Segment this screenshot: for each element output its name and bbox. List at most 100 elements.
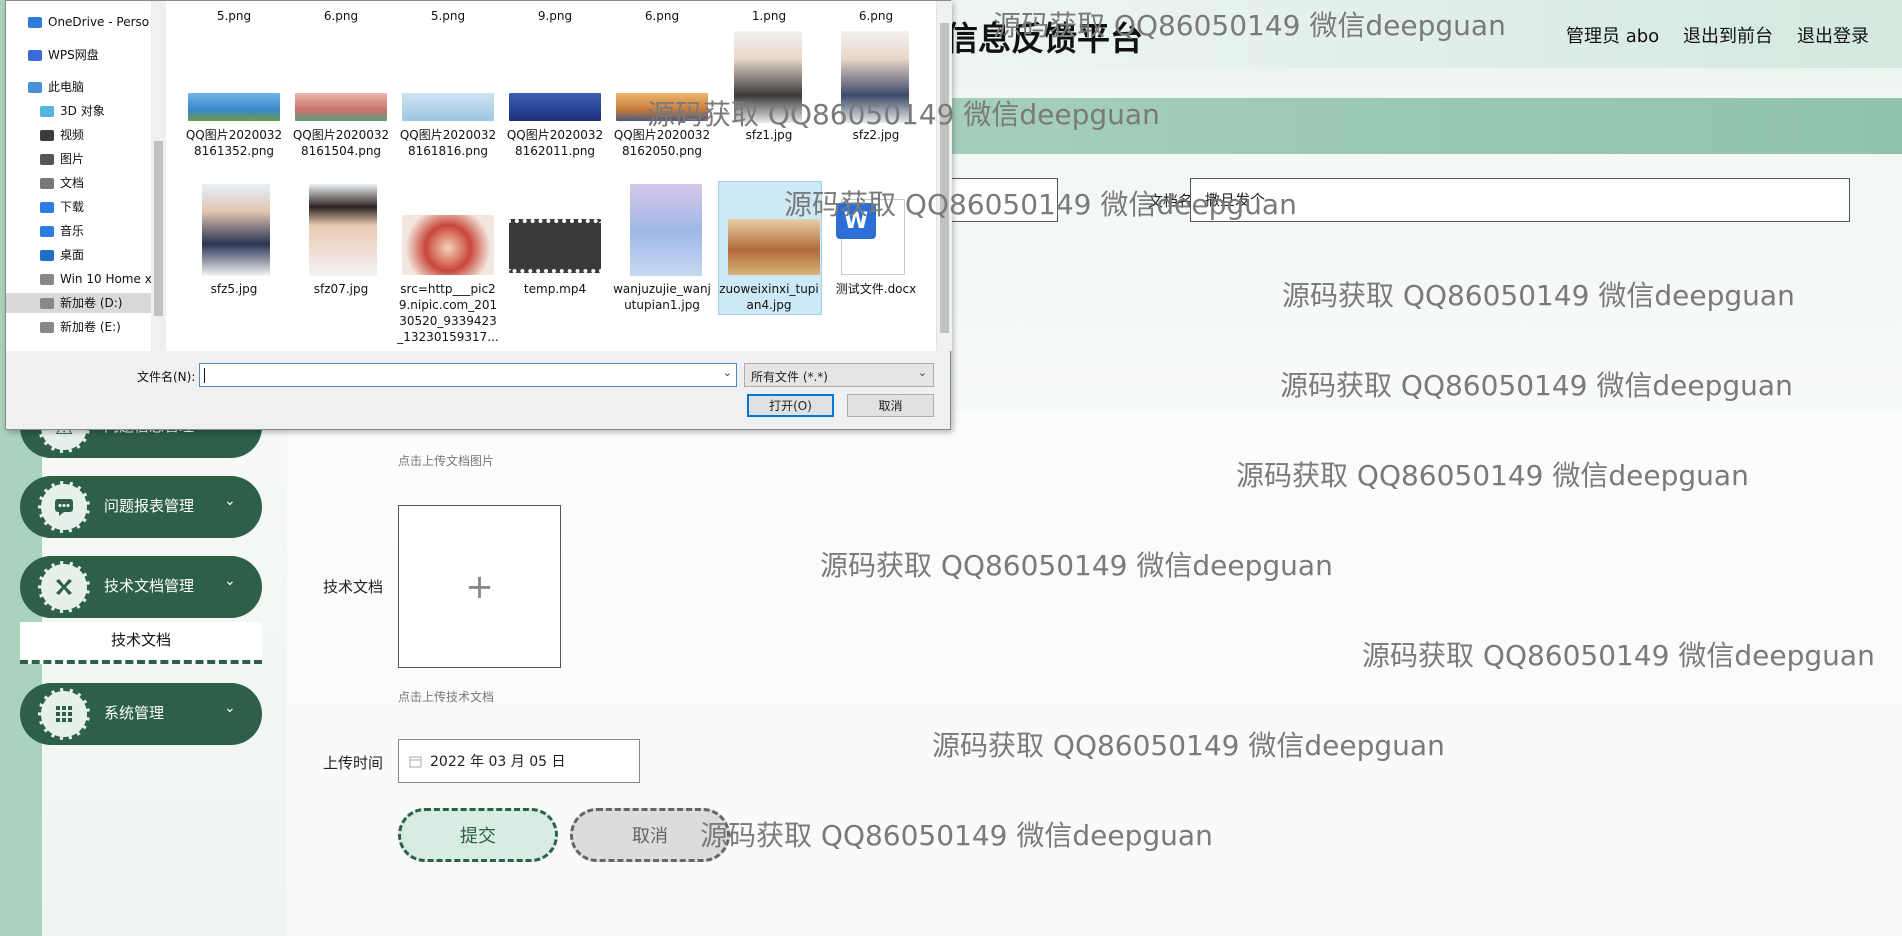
upload-time-label: 上传时间	[323, 754, 384, 772]
admin-user-link[interactable]: 管理员 abo	[1566, 22, 1659, 48]
chevron-down-icon: ⌄	[224, 493, 236, 509]
sidebar-item-label: 技术文档管理	[104, 577, 195, 595]
sidebar-item-system[interactable]: 系统管理 ⌄	[20, 683, 262, 745]
nav-item-video[interactable]: 视频	[40, 125, 84, 145]
upload-time-input[interactable]: 2022 年 03 月 05 日	[398, 739, 640, 783]
calendar-icon	[409, 756, 422, 767]
dialog-cancel-button[interactable]: 取消	[847, 394, 934, 417]
file-name[interactable]: 5.png	[183, 8, 285, 24]
file-name[interactable]: QQ图片20200328161504.png	[290, 127, 392, 159]
sidebar-item-issue-report[interactable]: 问题报表管理 ⌄	[20, 476, 262, 538]
file-name[interactable]: QQ图片20200328162011.png	[504, 127, 606, 159]
tools-icon	[38, 561, 90, 613]
image-thumbnail[interactable]	[734, 31, 802, 123]
submenu-item-tech-docs[interactable]: 技术文档	[20, 622, 262, 664]
file-name[interactable]: 测试文件.docx	[825, 281, 927, 297]
file-name[interactable]: temp.mp4	[504, 281, 606, 297]
image-thumbnail[interactable]	[509, 93, 601, 121]
nav-item-onedrive[interactable]: OneDrive - Perso	[28, 12, 149, 32]
nav-scrollbar[interactable]	[151, 1, 166, 351]
video-thumbnail[interactable]	[509, 219, 601, 273]
file-name[interactable]: QQ图片20200328161352.png	[183, 127, 285, 159]
tech-doc-label: 技术文档	[323, 578, 384, 596]
logout-link[interactable]: 退出登录	[1797, 22, 1869, 48]
file-name[interactable]: 6.png	[611, 8, 713, 24]
file-upload-hint: 点击上传技术文档	[398, 690, 495, 704]
doc-name-input[interactable]: 撒旦发个	[1190, 178, 1850, 222]
file-scroll-thumb[interactable]	[940, 23, 949, 333]
word-icon: W	[836, 203, 876, 239]
file-name[interactable]: sfz2.jpg	[825, 127, 927, 143]
chat-icon	[38, 481, 90, 533]
file-name[interactable]: 1.png	[718, 8, 820, 24]
nav-item-downloads[interactable]: 下载	[40, 197, 84, 217]
chevron-down-icon[interactable]: ⌄	[723, 366, 732, 379]
filename-input[interactable]: ⌄	[199, 363, 737, 387]
image-thumbnail[interactable]	[402, 93, 494, 121]
nav-label: 新加卷 (E:)	[60, 320, 121, 334]
file-name[interactable]: wanjuzujie_wanjutupian1.jpg	[611, 281, 713, 313]
text-cursor	[204, 368, 205, 383]
file-scrollbar[interactable]	[936, 1, 952, 351]
nav-item-win10[interactable]: Win 10 Home x	[40, 269, 152, 289]
nav-item-3d[interactable]: 3D 对象	[40, 101, 105, 121]
nav-item-this-pc[interactable]: 此电脑	[28, 77, 84, 97]
file-name[interactable]: 5.png	[397, 8, 499, 24]
image-thumbnail[interactable]	[616, 93, 708, 121]
file-open-dialog: OneDrive - Perso WPS网盘 此电脑 3D 对象 视频 图片 文…	[5, 0, 952, 430]
drive-icon	[40, 273, 54, 285]
music-icon	[40, 225, 54, 237]
image-thumbnail[interactable]	[188, 93, 280, 121]
desktop-icon	[40, 249, 54, 261]
image-thumbnail[interactable]	[728, 219, 820, 275]
file-name[interactable]: src=http___pic29.nipic.com_20130520_9339…	[397, 281, 499, 345]
cancel-button[interactable]: 取消	[570, 808, 730, 862]
file-name[interactable]: sfz07.jpg	[290, 281, 392, 297]
nav-item-music[interactable]: 音乐	[40, 221, 84, 241]
back-to-frontend-link[interactable]: 退出到前台	[1683, 22, 1773, 48]
nav-label: WPS网盘	[48, 48, 99, 62]
file-name[interactable]: 6.png	[290, 8, 392, 24]
nav-item-wps[interactable]: WPS网盘	[28, 45, 99, 65]
file-name[interactable]: sfz1.jpg	[718, 127, 820, 143]
nav-label: 音乐	[60, 224, 85, 238]
grid-icon	[38, 688, 90, 740]
image-thumbnail[interactable]	[630, 184, 702, 276]
nav-item-pictures[interactable]: 图片	[40, 149, 84, 169]
file-name[interactable]: zuoweixinxi_tupian4.jpg	[718, 281, 820, 313]
image-upload-hint: 点击上传文档图片	[398, 454, 495, 468]
file-name[interactable]: 9.png	[504, 8, 606, 24]
drive-icon	[40, 321, 54, 333]
image-thumbnail[interactable]	[202, 184, 270, 276]
nav-item-drive-e[interactable]: 新加卷 (E:)	[40, 317, 121, 337]
chevron-down-icon: ⌄	[224, 573, 236, 589]
upload-doc-box[interactable]: +	[398, 505, 561, 668]
chevron-down-icon: ⌄	[917, 366, 927, 379]
file-name[interactable]: QQ图片20200328161816.png	[397, 127, 499, 159]
download-icon	[40, 201, 54, 213]
nav-label: 3D 对象	[60, 104, 105, 118]
open-button[interactable]: 打开(O)	[747, 394, 834, 417]
nav-label: OneDrive - Perso	[48, 15, 150, 29]
nav-label: 此电脑	[48, 80, 85, 94]
submit-button[interactable]: 提交	[398, 808, 558, 862]
image-thumbnail[interactable]	[309, 184, 377, 276]
image-thumbnail[interactable]	[402, 215, 494, 275]
image-thumbnail[interactable]	[841, 31, 909, 123]
sidebar-item-tech-docs[interactable]: 技术文档管理 ⌄	[20, 556, 262, 618]
nav-item-drive-d[interactable]: 新加卷 (D:)	[6, 293, 151, 313]
file-name[interactable]: 6.png	[825, 8, 927, 24]
nav-item-desktop[interactable]: 桌面	[40, 245, 84, 265]
plus-icon: +	[465, 566, 494, 607]
image-thumbnail[interactable]	[295, 93, 387, 121]
computer-icon	[28, 81, 42, 93]
file-name[interactable]: sfz5.jpg	[183, 281, 285, 297]
filetype-select[interactable]: 所有文件 (*.*) ⌄	[744, 363, 934, 387]
upload-time-value: 2022 年 03 月 05 日	[430, 754, 566, 770]
nav-scroll-thumb[interactable]	[154, 141, 163, 316]
cloud-icon	[28, 49, 42, 61]
nav-label: 文档	[60, 176, 85, 190]
nav-label: Win 10 Home x	[60, 272, 152, 286]
file-name[interactable]: QQ图片20200328162050.png	[611, 127, 713, 159]
nav-item-documents[interactable]: 文档	[40, 173, 84, 193]
